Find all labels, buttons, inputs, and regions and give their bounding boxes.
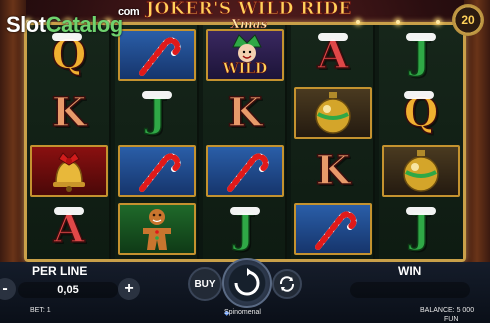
snow-cap (142, 91, 172, 99)
gingerbread-icon (143, 209, 171, 250)
ornament-icon (315, 92, 351, 134)
symbol-j: J (206, 203, 284, 255)
symbol-k: K (30, 87, 108, 139)
per-line-label: PER LINE (32, 264, 88, 278)
autoplay-icon (279, 276, 295, 292)
spin-icon (234, 268, 260, 296)
logo-title: JOKER'S WILD RIDE (145, 0, 353, 19)
stake-display: 0,05 (18, 282, 118, 298)
symbol-candy-cane (294, 203, 372, 255)
reel-5: J Q J (379, 25, 463, 259)
buy-bonus-button[interactable]: BUY (188, 267, 222, 301)
symbol-k: K (206, 87, 284, 139)
ornament-icon (403, 150, 439, 192)
symbol-candy-cane (206, 145, 284, 197)
symbol-letter: J (411, 31, 431, 78)
bell-icon (53, 152, 85, 192)
autoplay-button[interactable] (272, 269, 302, 299)
plus-icon: + (124, 280, 134, 297)
reel-frame: Q K A J WILD K J A K J Q J (24, 22, 466, 262)
snow-cap (230, 207, 260, 215)
left-wood-pillar (0, 0, 26, 262)
symbol-letter: Q (403, 89, 439, 136)
snow-cap (406, 33, 436, 41)
candy-cane-icon (139, 37, 181, 76)
symbol-j: J (118, 87, 196, 139)
symbol-candy-cane (118, 145, 196, 197)
symbol-letter: J (411, 205, 431, 252)
candy-cane-icon (139, 153, 181, 192)
wild-label: WILD (222, 61, 268, 78)
reel-3: WILD K J (203, 25, 287, 259)
snow-cap (54, 207, 84, 215)
symbol-bell (30, 145, 108, 197)
increase-stake-button[interactable]: + (118, 278, 140, 300)
right-wood-pillar (464, 0, 490, 262)
reel-4: A K (291, 25, 375, 259)
paylines-badge[interactable]: 20 (452, 4, 484, 36)
logo-subtitle: Xmas (230, 17, 268, 31)
light-bulb (396, 20, 400, 24)
win-label: WIN (398, 264, 422, 278)
symbol-letter: A (53, 205, 86, 252)
symbol-a: A (30, 203, 108, 255)
win-display (350, 282, 470, 298)
symbol-k: K (294, 145, 372, 197)
watermark: SlotCatalog com (6, 6, 140, 38)
minus-icon: - (2, 280, 8, 297)
mode-text: FUN (444, 316, 459, 323)
symbol-letter: K (51, 89, 87, 136)
watermark-slot: Slot (6, 12, 46, 37)
symbol-letter: Q (51, 31, 87, 78)
symbol-gingerbread (118, 203, 196, 255)
provider-label: Spinomenal (224, 309, 261, 316)
snow-cap (404, 91, 434, 99)
reel-2: J (115, 25, 199, 259)
snow-cap (406, 207, 436, 215)
watermark-com: com (118, 6, 140, 18)
symbol-letter: K (227, 89, 263, 136)
symbol-j: J (382, 29, 460, 81)
symbol-letter: A (317, 31, 350, 78)
stake-value: 0,05 (57, 284, 79, 296)
light-bulb (436, 20, 440, 24)
candy-cane-icon (315, 211, 357, 250)
symbol-letter: J (235, 205, 255, 252)
symbol-letter: J (147, 89, 167, 136)
candy-cane-icon (227, 153, 269, 192)
watermark-catalog: Catalog (45, 12, 124, 37)
symbol-q: Q (382, 87, 460, 139)
buy-label: BUY (194, 278, 216, 290)
symbol-ornament (382, 145, 460, 197)
symbol-letter: K (315, 147, 351, 194)
balance-text: BALANCE: 5 000 (420, 307, 475, 314)
status-footer: BET: 1 ◆ Spinomenal BALANCE: 5 000 FUN (0, 305, 490, 323)
reel-1: Q K A (27, 25, 111, 259)
symbol-ornament (294, 87, 372, 139)
symbol-j: J (382, 203, 460, 255)
game-logo: JOKER'S WILD RIDE Xmas (138, 0, 360, 38)
bet-text: BET: 1 (30, 307, 51, 314)
spin-button[interactable] (222, 258, 272, 308)
